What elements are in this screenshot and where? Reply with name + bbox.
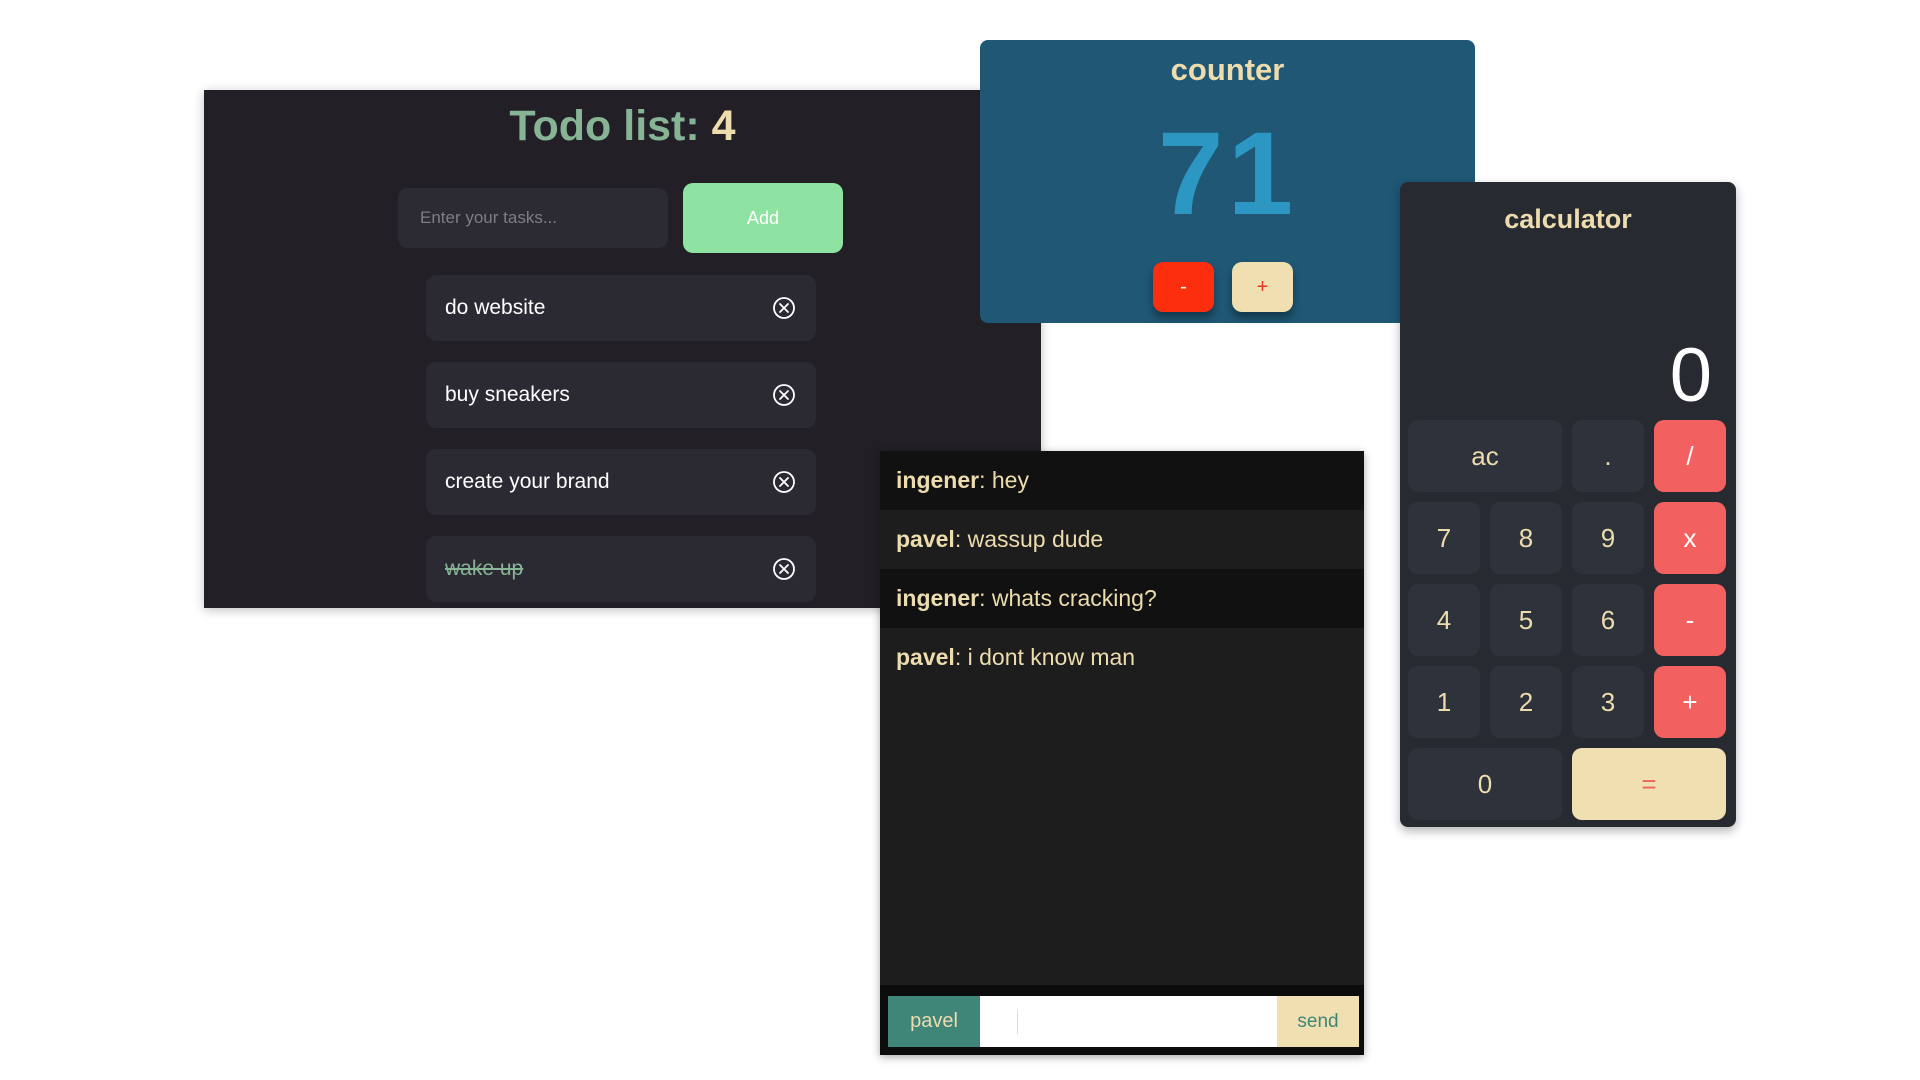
divide-button[interactable]: /: [1654, 420, 1726, 492]
todo-item-text: wake up: [445, 557, 524, 580]
digit-4-button[interactable]: 4: [1408, 584, 1480, 656]
calculator-panel: calculator 0 ac . / 7 8 9 x 4 5 6 - 1 2 …: [1400, 182, 1736, 827]
todo-item-text: buy sneakers: [445, 383, 570, 406]
decimal-button[interactable]: .: [1572, 420, 1644, 492]
remove-task-icon[interactable]: [772, 557, 796, 581]
counter-title: counter: [1170, 52, 1285, 87]
todo-list: do website buy sneakers create your bran…: [426, 275, 816, 623]
clear-button[interactable]: ac: [1408, 420, 1562, 492]
message-text: : i dont know man: [954, 644, 1136, 670]
remove-task-icon[interactable]: [772, 470, 796, 494]
todo-title-label: Todo list:: [509, 102, 712, 150]
task-input[interactable]: [398, 188, 668, 248]
todo-item[interactable]: create your brand: [426, 449, 816, 515]
todo-item-text: create your brand: [445, 470, 610, 493]
add-task-button[interactable]: Add: [683, 183, 843, 253]
chat-input-bar: pavel send: [880, 985, 1364, 1055]
calculator-title: calculator: [1504, 204, 1632, 234]
digit-3-button[interactable]: 3: [1572, 666, 1644, 738]
digit-8-button[interactable]: 8: [1490, 502, 1562, 574]
chat-message: ingener: hey: [880, 451, 1364, 510]
calculator-display: 0: [1669, 333, 1712, 418]
remove-task-icon[interactable]: [772, 296, 796, 320]
send-button[interactable]: send: [1277, 996, 1359, 1047]
message-author: ingener: [896, 467, 980, 493]
subtract-button[interactable]: -: [1654, 584, 1726, 656]
message-text: : hey: [979, 467, 1029, 493]
digit-2-button[interactable]: 2: [1490, 666, 1562, 738]
digit-7-button[interactable]: 7: [1408, 502, 1480, 574]
message-author: pavel: [896, 644, 955, 670]
digit-0-button[interactable]: 0: [1408, 748, 1562, 820]
text-caret: [1017, 1010, 1018, 1034]
message-author: pavel: [896, 526, 955, 552]
message-author: ingener: [896, 585, 980, 611]
digit-1-button[interactable]: 1: [1408, 666, 1480, 738]
todo-item-completed[interactable]: wake up: [426, 536, 816, 602]
chat-message: pavel: i dont know man: [880, 628, 1364, 687]
chat-message: pavel: wassup dude: [880, 510, 1364, 569]
digit-6-button[interactable]: 6: [1572, 584, 1644, 656]
message-input[interactable]: [980, 996, 1277, 1047]
message-text: : wassup dude: [954, 526, 1104, 552]
chat-messages: ingener: hey pavel: wassup dude ingener:…: [880, 451, 1364, 687]
chat-message: ingener: whats cracking?: [880, 569, 1364, 628]
todo-count: 4: [711, 102, 736, 150]
multiply-button[interactable]: x: [1654, 502, 1726, 574]
todo-title: Todo list: 4: [204, 102, 1041, 151]
digit-9-button[interactable]: 9: [1572, 502, 1644, 574]
todo-item-text: do website: [445, 296, 546, 319]
remove-task-icon[interactable]: [772, 383, 796, 407]
add-button[interactable]: +: [1654, 666, 1726, 738]
decrement-button[interactable]: -: [1153, 262, 1214, 312]
message-text: : whats cracking?: [979, 585, 1157, 611]
digit-5-button[interactable]: 5: [1490, 584, 1562, 656]
chat-panel: ingener: hey pavel: wassup dude ingener:…: [880, 451, 1364, 1055]
todo-item[interactable]: do website: [426, 275, 816, 341]
equals-button[interactable]: =: [1572, 748, 1726, 820]
increment-button[interactable]: +: [1232, 262, 1293, 312]
todo-item[interactable]: buy sneakers: [426, 362, 816, 428]
app-canvas: Todo list: 4 Add do website buy sneakers…: [0, 0, 1920, 1080]
current-user-label: pavel: [888, 996, 980, 1047]
